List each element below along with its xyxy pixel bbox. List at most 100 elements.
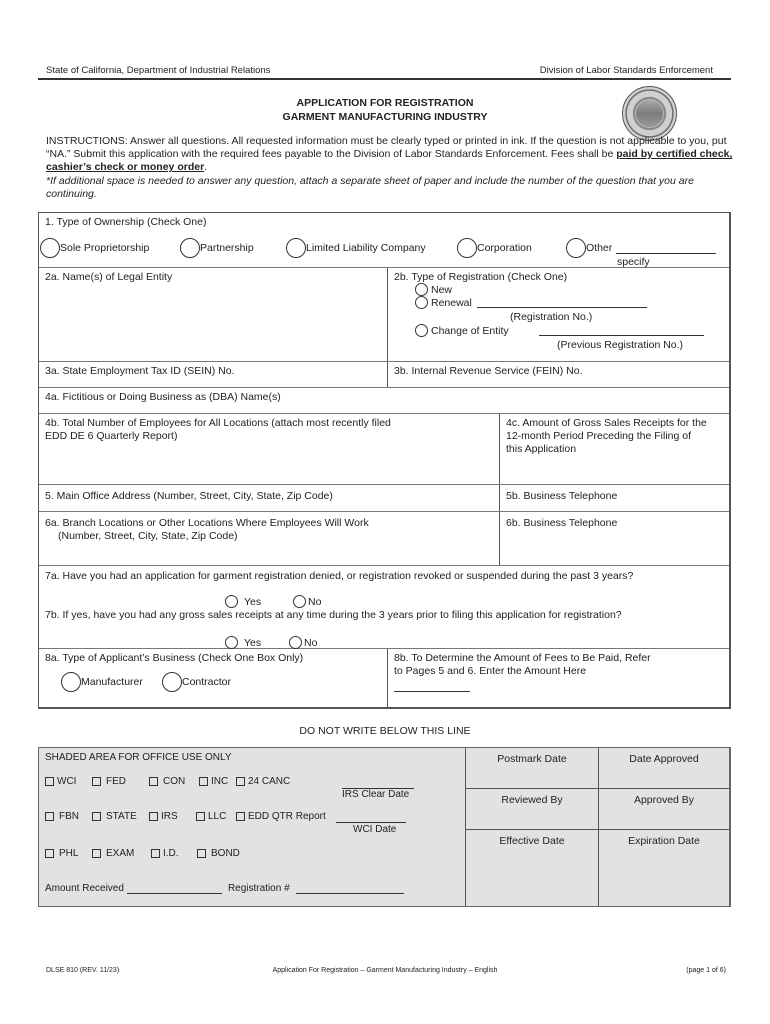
option-sole-proprietorship[interactable]: Sole Proprietorship (40, 238, 149, 258)
q1-label: 1. Type of Ownership (Check One) (45, 216, 207, 228)
checkbox-fed[interactable]: FED (92, 776, 126, 787)
radio-icon[interactable] (566, 238, 586, 258)
checkbox-icon[interactable] (151, 849, 160, 858)
office-title: SHADED AREA FOR OFFICE USE ONLY (45, 752, 232, 763)
checkbox-edd-qtr-report[interactable]: EDD QTR Report (236, 811, 326, 822)
main-office-field[interactable]: 5. Main Office Address (Number, Street, … (39, 485, 499, 511)
sein-field[interactable]: 3a. State Employment Tax ID (SEIN) No. (39, 362, 387, 387)
checkbox-phl[interactable]: PHL (45, 848, 78, 859)
checkbox-icon[interactable] (236, 812, 245, 821)
checkbox-bond[interactable]: BOND (197, 848, 240, 859)
q7a-no[interactable]: No (293, 595, 321, 608)
checkbox-fbn[interactable]: FBN (45, 811, 79, 822)
option-llc[interactable]: Limited Liability Company (286, 238, 426, 258)
state-seal-icon (622, 86, 677, 141)
checkbox-id[interactable]: I.D. (151, 848, 179, 859)
checkbox-con[interactable]: CON (149, 776, 185, 787)
q4c-label-3: this Application (506, 443, 577, 455)
radio-icon[interactable] (415, 296, 428, 309)
q7b-yes[interactable]: Yes (225, 636, 261, 649)
radio-icon[interactable] (225, 595, 238, 608)
checkbox-state[interactable]: STATE (92, 811, 137, 822)
header-agency: State of California, Department of Indus… (46, 65, 271, 76)
checkbox-icon[interactable] (92, 812, 101, 821)
other-specify-field[interactable] (616, 243, 717, 254)
gross-sales-field[interactable]: 4c. Amount of Gross Sales Receipts for t… (499, 414, 729, 484)
radio-icon[interactable] (286, 238, 306, 258)
fein-field[interactable]: 3b. Internal Revenue Service (FEIN) No. (387, 362, 729, 387)
row-employees-sales: 4b. Total Number of Employees for All Lo… (39, 414, 729, 485)
date-approved-cell[interactable]: Date Approved (599, 748, 729, 789)
q6a-label-2: (Number, Street, City, State, Zip Code) (58, 530, 238, 542)
checkbox-icon[interactable] (45, 777, 54, 786)
irs-clear-date-field[interactable] (342, 778, 414, 789)
instructions-end: . (204, 161, 208, 174)
employees-field[interactable]: 4b. Total Number of Employees for All Lo… (39, 414, 499, 484)
option-other[interactable]: Other (566, 238, 717, 258)
q8b-label: 8b. To Determine the Amount of Fees to B… (394, 652, 651, 664)
radio-icon[interactable] (457, 238, 477, 258)
checkbox-icon[interactable] (92, 849, 101, 858)
effective-date-cell[interactable]: Effective Date (466, 830, 599, 906)
checkbox-icon[interactable] (199, 777, 208, 786)
checkbox-icon[interactable] (92, 777, 101, 786)
previous-registration-field[interactable] (538, 325, 704, 336)
option-renewal[interactable]: Renewal (415, 296, 647, 309)
instructions: INSTRUCTIONS: Answer all questions. All … (46, 135, 736, 201)
do-not-write-divider: DO NOT WRITE BELOW THIS LINE (299, 725, 471, 737)
main-telephone-field[interactable]: 5b. Business Telephone (499, 485, 729, 511)
radio-icon[interactable] (162, 672, 182, 692)
branch-locations-field[interactable]: 6a. Branch Locations or Other Locations … (39, 512, 499, 565)
branch-telephone-field[interactable]: 6b. Business Telephone (499, 512, 729, 565)
checkbox-icon[interactable] (196, 812, 205, 821)
q7b-label: 7b. If yes, have you had any gross sales… (45, 609, 622, 621)
checkbox-inc[interactable]: INC (199, 776, 228, 787)
option-corporation[interactable]: Corporation (457, 238, 532, 258)
wci-date-field[interactable] (336, 812, 406, 823)
approved-by-cell[interactable]: Approved By (599, 789, 729, 830)
radio-icon[interactable] (289, 636, 302, 649)
checkbox-llc[interactable]: LLC (196, 811, 226, 822)
option-new[interactable]: New (415, 283, 452, 296)
option-partnership[interactable]: Partnership (180, 238, 254, 258)
registration-no-field[interactable] (295, 883, 404, 894)
checkbox-icon[interactable] (149, 812, 158, 821)
radio-icon[interactable] (225, 636, 238, 649)
radio-icon[interactable] (293, 595, 306, 608)
q7a-yes[interactable]: Yes (225, 595, 261, 608)
dba-field[interactable]: 4a. Fictitious or Doing Business as (DBA… (39, 388, 729, 413)
fee-amount-field[interactable] (394, 681, 470, 692)
q7b-no[interactable]: No (289, 636, 317, 649)
radio-icon[interactable] (415, 324, 428, 337)
registration-no-label: Registration # (227, 883, 290, 894)
checkbox-irs[interactable]: IRS (149, 811, 178, 822)
radio-icon[interactable] (180, 238, 200, 258)
row-history: 7a. Have you had an application for garm… (39, 566, 729, 649)
checkbox-icon[interactable] (197, 849, 206, 858)
checkbox-24-canc[interactable]: 24 CANC (236, 776, 290, 787)
row-tax-ids: 3a. State Employment Tax ID (SEIN) No. 3… (39, 362, 729, 388)
option-manufacturer[interactable]: Manufacturer (61, 672, 143, 692)
checkbox-icon[interactable] (45, 849, 54, 858)
application-form: 1. Type of Ownership (Check One) Sole Pr… (38, 212, 731, 709)
row-dba: 4a. Fictitious or Doing Business as (DBA… (39, 388, 729, 414)
other-specify-caption: specify (617, 256, 650, 268)
option-change-of-entity[interactable]: Change of Entity (415, 324, 704, 337)
option-contractor[interactable]: Contractor (162, 672, 231, 692)
legal-entity-field[interactable]: 2a. Name(s) of Legal Entity (39, 268, 387, 361)
radio-icon[interactable] (415, 283, 428, 296)
postmark-date-cell[interactable]: Postmark Date (466, 748, 599, 789)
reviewed-by-cell[interactable]: Reviewed By (466, 789, 599, 830)
checkbox-exam[interactable]: EXAM (92, 848, 134, 859)
office-approval-grid: Postmark Date Date Approved Reviewed By … (466, 748, 729, 906)
checkbox-icon[interactable] (149, 777, 158, 786)
expiration-date-cell[interactable]: Expiration Date (599, 830, 729, 906)
checkbox-icon[interactable] (236, 777, 245, 786)
renewal-registration-field[interactable] (476, 297, 647, 308)
amount-received-field[interactable] (126, 883, 222, 894)
checkbox-wci[interactable]: WCI (45, 776, 76, 787)
radio-icon[interactable] (40, 238, 60, 258)
checkbox-icon[interactable] (45, 812, 54, 821)
radio-icon[interactable] (61, 672, 81, 692)
q8a-label: 8a. Type of Applicant’s Business (Check … (45, 652, 304, 664)
